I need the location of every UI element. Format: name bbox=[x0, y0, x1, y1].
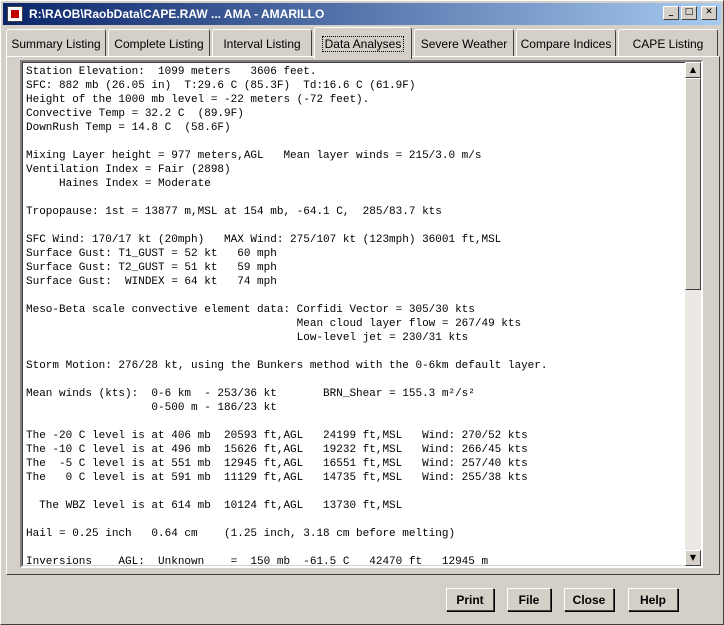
report-line: SFC Wind: 170/17 kt (20mph) MAX Wind: 27… bbox=[26, 234, 502, 246]
app-icon bbox=[7, 6, 23, 22]
report-line: Height of the 1000 mb level = -22 meters… bbox=[26, 94, 370, 106]
report-line bbox=[26, 289, 685, 303]
tab-strip: Summary Listing Complete Listing Interva… bbox=[6, 27, 720, 59]
report-line: Surface Gust: WINDEX = 64 kt 74 mph bbox=[26, 276, 277, 288]
close-window-button[interactable]: ✕ bbox=[701, 6, 717, 20]
print-button[interactable]: Print bbox=[446, 588, 494, 611]
report-line: DownRush Temp = 14.8 C (58.6F) bbox=[26, 122, 231, 134]
minimize-button[interactable]: _ bbox=[663, 6, 679, 20]
report-line bbox=[26, 513, 685, 527]
report-line: Storm Motion: 276/28 kt, using the Bunke… bbox=[26, 360, 548, 372]
app-window: R:\RAOB\RaobData\CAPE.RAW ... AMA - AMAR… bbox=[0, 0, 724, 625]
tab-label: Complete Listing bbox=[114, 36, 204, 51]
analysis-text-area[interactable]: Station Elevation: 1099 meters 3606 feet… bbox=[20, 60, 703, 568]
report-line: Inversions AGL: Unknown = 150 mb -61.5 C… bbox=[26, 556, 489, 565]
report-line: Mean cloud layer flow = 267/49 kts bbox=[26, 318, 522, 330]
report-line bbox=[26, 345, 685, 359]
tab-label: CAPE Listing bbox=[632, 36, 704, 51]
help-button[interactable]: Help bbox=[628, 588, 678, 611]
report-line bbox=[26, 373, 685, 387]
tab-compare-indices[interactable]: Compare Indices bbox=[516, 29, 616, 57]
report-line bbox=[26, 135, 685, 149]
report-line: The WBZ level is at 614 mb 10124 ft,AGL … bbox=[26, 500, 403, 512]
tab-summary-listing[interactable]: Summary Listing bbox=[6, 29, 106, 57]
tab-cape-listing[interactable]: CAPE Listing bbox=[618, 29, 718, 57]
button-bar: Print File Close Help bbox=[1, 579, 724, 625]
window-title: R:\RAOB\RaobData\CAPE.RAW ... AMA - AMAR… bbox=[29, 7, 325, 21]
maximize-button[interactable]: □ bbox=[681, 6, 697, 20]
report-line bbox=[26, 191, 685, 205]
report-line: Meso-Beta scale convective element data:… bbox=[26, 304, 475, 316]
file-button[interactable]: File bbox=[507, 588, 551, 611]
scroll-up-arrow-icon[interactable]: ▲ bbox=[685, 62, 701, 78]
report-line bbox=[26, 219, 685, 233]
report-line: Mixing Layer height = 977 meters,AGL Mea… bbox=[26, 150, 482, 162]
tab-interval-listing[interactable]: Interval Listing bbox=[212, 29, 312, 57]
analysis-report-text[interactable]: Station Elevation: 1099 meters 3606 feet… bbox=[26, 65, 685, 565]
report-line: The -5 C level is at 551 mb 12945 ft,AGL… bbox=[26, 458, 528, 470]
tab-data-analyses[interactable]: Data Analyses bbox=[314, 27, 412, 59]
report-line: Hail = 0.25 inch 0.64 cm (1.25 inch, 3.1… bbox=[26, 528, 456, 540]
text-area-frame: Station Elevation: 1099 meters 3606 feet… bbox=[22, 62, 685, 566]
scrollbar-thumb[interactable] bbox=[685, 78, 701, 290]
title-bar[interactable]: R:\RAOB\RaobData\CAPE.RAW ... AMA - AMAR… bbox=[3, 3, 721, 25]
report-line: 0-500 m - 186/23 kt bbox=[26, 402, 277, 414]
report-line bbox=[26, 541, 685, 555]
tab-label: Data Analyses bbox=[321, 35, 405, 52]
report-line: SFC: 882 mb (26.05 in) T:29.6 C (85.3F) … bbox=[26, 80, 416, 92]
scroll-down-arrow-icon[interactable]: ▼ bbox=[685, 550, 701, 566]
tab-label: Severe Weather bbox=[420, 36, 508, 51]
report-line: Station Elevation: 1099 meters 3606 feet… bbox=[26, 66, 317, 78]
report-line: Mean winds (kts): 0-6 km - 253/36 kt BRN… bbox=[26, 388, 475, 400]
report-line: The 0 C level is at 591 mb 11129 ft,AGL … bbox=[26, 472, 528, 484]
report-line bbox=[26, 415, 685, 429]
report-line: Convective Temp = 32.2 C (89.9F) bbox=[26, 108, 244, 120]
report-line: Haines Index = Moderate bbox=[26, 178, 211, 190]
vertical-scrollbar[interactable]: ▲ ▼ bbox=[685, 62, 701, 566]
report-line: Tropopause: 1st = 13877 m,MSL at 154 mb,… bbox=[26, 206, 442, 218]
window-controls: _ □ ✕ bbox=[663, 6, 717, 20]
report-line: Low-level jet = 230/31 kts bbox=[26, 332, 469, 344]
tab-label: Interval Listing bbox=[223, 36, 301, 51]
report-line: Surface Gust: T1_GUST = 52 kt 60 mph bbox=[26, 248, 277, 260]
report-line bbox=[26, 485, 685, 499]
tab-severe-weather[interactable]: Severe Weather bbox=[414, 29, 514, 57]
report-line: The -10 C level is at 496 mb 15626 ft,AG… bbox=[26, 444, 528, 456]
close-button[interactable]: Close bbox=[564, 588, 614, 611]
report-line: Surface Gust: T2_GUST = 51 kt 59 mph bbox=[26, 262, 277, 274]
report-line: The -20 C level is at 406 mb 20593 ft,AG… bbox=[26, 430, 528, 442]
tab-complete-listing[interactable]: Complete Listing bbox=[108, 29, 210, 57]
tab-label: Summary Listing bbox=[11, 36, 101, 51]
report-line: Ventilation Index = Fair (2898) bbox=[26, 164, 231, 176]
tab-label: Compare Indices bbox=[520, 36, 612, 51]
